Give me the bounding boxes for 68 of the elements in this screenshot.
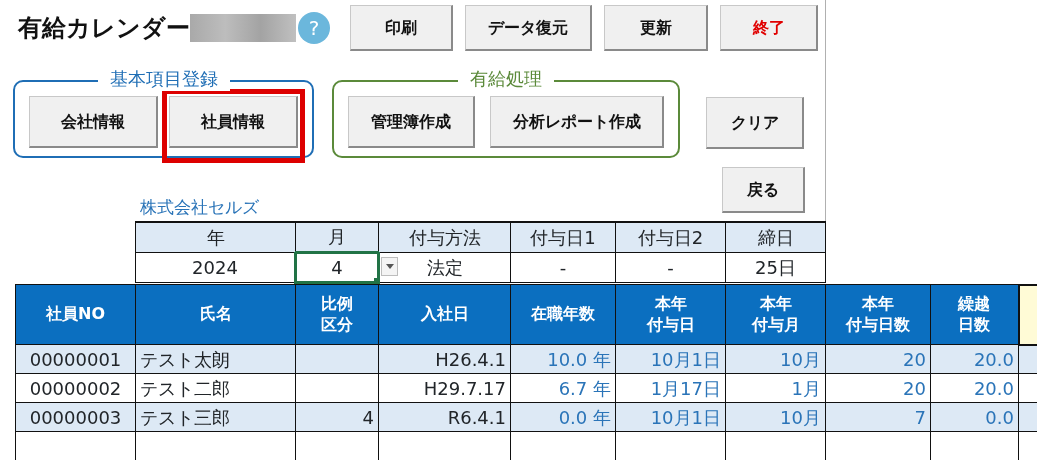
value-cell[interactable]: 2024 [135, 252, 296, 282]
table-cell: H29.7.17 [378, 373, 511, 403]
toolbar-button[interactable]: 印刷 [350, 5, 453, 51]
value-cell[interactable]: 25日 [725, 252, 826, 282]
caret-icon [385, 263, 394, 269]
header-text: 区分 [320, 314, 354, 336]
table-cell: 00000002 [15, 373, 136, 403]
table-cell: 00000001 [15, 344, 136, 374]
header-text: 本年 [861, 293, 895, 315]
table-cell: R6.4.1 [378, 402, 511, 432]
fill-handle[interactable] [374, 277, 380, 284]
table-cell: 4 [295, 402, 379, 432]
toolbar-button[interactable]: 更新 [604, 5, 708, 51]
panel-button[interactable]: 分析レポート作成 [490, 96, 664, 148]
header-text: 付与日 [645, 314, 696, 336]
panel-button[interactable]: 会社情報 [29, 96, 158, 148]
value-cell[interactable]: 法定 [378, 252, 511, 282]
table-cell: 1月 [725, 373, 826, 403]
table-cell: 20.0 [930, 344, 1019, 374]
header-text: 付与日数 [844, 314, 911, 336]
header-text: 入社日 [419, 304, 470, 325]
toolbar-button[interactable]: 終了 [720, 5, 818, 51]
group-legend: 基本項目登録 [97, 67, 230, 91]
header-text: 日数 [957, 314, 992, 336]
table-cell: テスト太朗 [135, 344, 296, 374]
header-text: 比例 [320, 293, 354, 315]
header-cell: 付与日2 [615, 222, 726, 252]
table-cell: 20.0 [930, 373, 1019, 403]
header-text: 本年 [653, 293, 688, 315]
back-button[interactable]: 戻る [722, 167, 805, 213]
header-text: 付与月 [750, 314, 801, 336]
table-cell: 6.7 年 [510, 373, 616, 403]
header-text: 在職年数 [530, 304, 596, 325]
header-text: 本年 [758, 293, 793, 315]
table-cell: 0.0 [930, 402, 1019, 432]
value-cell[interactable]: - [615, 252, 726, 282]
table-cell: 20 [825, 344, 931, 374]
table-cell: 10月 [725, 402, 826, 432]
table-cell: 10月1日 [615, 344, 726, 374]
table-cell: H26.4.1 [378, 344, 511, 374]
table-cell: 20 [825, 373, 931, 403]
table-cell: 0.0 年 [510, 402, 616, 432]
table-cell: 10月1日 [615, 402, 726, 432]
header-text: 繰越 [956, 293, 992, 315]
header-text: 氏名 [198, 304, 233, 325]
header-cell: 締日 [725, 222, 826, 252]
header-cell: 付与日1 [510, 222, 616, 252]
clear-button[interactable]: クリア [706, 97, 804, 149]
toolbar-button[interactable]: データ復元 [465, 5, 592, 51]
panel-button[interactable]: 社員情報 [169, 96, 298, 148]
header-cell: 月 [295, 222, 379, 252]
company-name: 株式会社セルズ [140, 195, 259, 219]
app-title: 有給カレンダー [18, 13, 190, 44]
value-cell[interactable]: 4 [295, 252, 379, 282]
panel-button[interactable]: 管理簿作成 [348, 96, 475, 148]
table-cell: 10月 [725, 344, 826, 374]
value-cell[interactable]: - [510, 252, 616, 282]
group-legend: 有給処理 [458, 67, 554, 91]
table-cell: 7 [825, 402, 931, 432]
dropdown-button[interactable] [381, 256, 398, 276]
table-cell: テスト三郎 [135, 402, 296, 432]
table-cell: テスト二郎 [135, 373, 296, 403]
header-text: 社員NO [45, 304, 106, 325]
header-cell: 付与方法 [378, 222, 511, 252]
table-cell: 1月17日 [615, 373, 726, 403]
table-cell: 10.0 年 [510, 344, 616, 374]
table-cell: 00000003 [15, 402, 136, 432]
header-cell: 年 [135, 222, 296, 252]
